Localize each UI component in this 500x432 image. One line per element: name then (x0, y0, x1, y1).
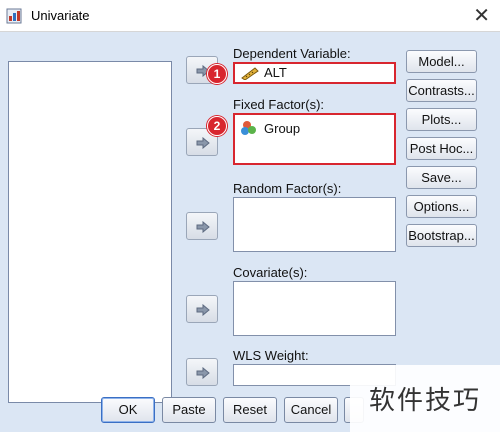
window-title: Univariate (31, 8, 90, 23)
cancel-button[interactable]: Cancel (284, 397, 338, 423)
dependent-variable-label: Dependent Variable: (233, 46, 351, 61)
title-bar: Univariate ✕ (0, 0, 500, 32)
wls-weight-label: WLS Weight: (233, 348, 309, 363)
close-icon[interactable]: ✕ (473, 3, 490, 27)
dependent-variable-item[interactable]: ALT (240, 65, 287, 80)
ruler-scale-icon (241, 66, 259, 80)
covariate-field[interactable] (233, 281, 396, 336)
fixed-factor-item[interactable]: Group (240, 120, 300, 136)
source-variable-list[interactable] (8, 61, 172, 403)
watermark-text: 软件技巧 (350, 365, 500, 432)
dependent-variable-value: ALT (264, 65, 287, 80)
spss-app-icon (6, 8, 22, 24)
paste-button[interactable]: Paste (162, 397, 216, 423)
fixed-factor-field[interactable]: Group (233, 113, 396, 165)
move-to-covariate-button[interactable] (186, 295, 218, 323)
move-to-random-factor-button[interactable] (186, 212, 218, 240)
right-arrow-icon (196, 304, 210, 316)
contrasts-button[interactable]: Contrasts... (406, 79, 477, 102)
ok-button[interactable]: OK (101, 397, 155, 423)
covariate-label: Covariate(s): (233, 265, 308, 280)
plots-button[interactable]: Plots... (406, 108, 477, 131)
right-arrow-icon (196, 137, 210, 149)
random-factor-field[interactable] (233, 197, 396, 252)
right-arrow-icon (196, 221, 210, 233)
fixed-factor-value: Group (264, 120, 301, 136)
fixed-factor-label: Fixed Factor(s): (233, 97, 325, 112)
reset-button[interactable]: Reset (223, 397, 277, 423)
bootstrap-button[interactable]: Bootstrap... (406, 224, 477, 247)
step-badge-1: 1 (207, 64, 227, 84)
model-button[interactable]: Model... (406, 50, 477, 73)
random-factor-label: Random Factor(s): (233, 181, 342, 196)
right-arrow-icon (196, 367, 210, 379)
step-badge-2: 2 (207, 116, 227, 136)
post-hoc-button[interactable]: Post Hoc... (406, 137, 477, 160)
nominal-circles-icon (241, 121, 256, 135)
options-button[interactable]: Options... (406, 195, 477, 218)
save-button[interactable]: Save... (406, 166, 477, 189)
dependent-variable-field[interactable]: ALT (233, 62, 396, 84)
move-to-wls-weight-button[interactable] (186, 358, 218, 386)
